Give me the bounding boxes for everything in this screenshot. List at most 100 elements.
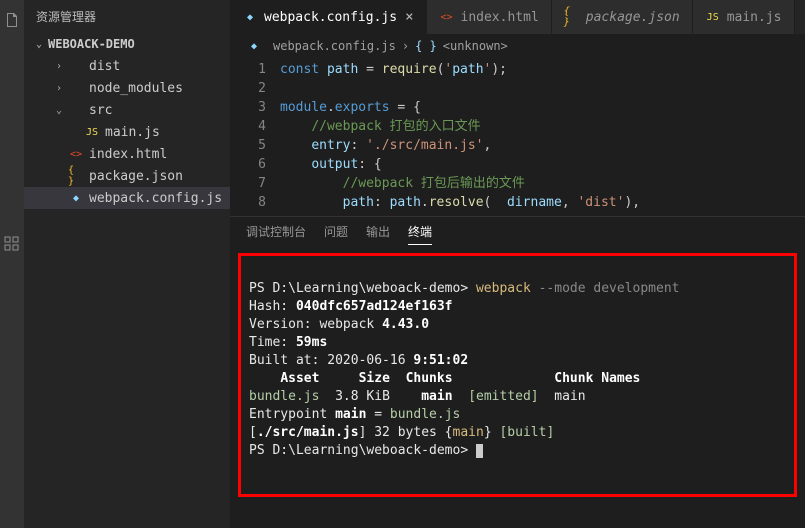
code-content[interactable]: const path = require('path');module.expo… [280,60,805,212]
tab-label: index.html [461,10,539,25]
terminal-src-size: 32 bytes [374,425,437,440]
breadcrumb[interactable]: ◆ webpack.config.js › { } <unknown> [230,34,805,58]
sidebar-title: 资源管理器 [24,0,230,33]
line-number: 1 [230,60,266,79]
tree-label: package.json [89,169,183,184]
chevron-down-icon: ⌄ [56,105,68,116]
terminal-command: webpack [476,281,531,296]
bottom-panel: 调试控制台问题输出终端 PS D:\Learning\weboack-demo>… [230,216,805,503]
code-line [280,79,805,98]
files-icon[interactable] [4,12,20,28]
json-icon: { } [564,9,580,25]
code-line: //webpack 打包后输出的文件 [280,174,805,193]
terminal-entrypoint-bundle: bundle.js [390,407,460,422]
tab-label: webpack.config.js [264,10,397,25]
panel-tabs: 调试控制台问题输出终端 [230,217,805,247]
terminal-entrypoint-eq: = [374,407,382,422]
webpack-icon: ◆ [68,190,84,206]
terminal-bundle-emitted: [emitted] [468,389,538,404]
tab-index-html[interactable]: <> index.html [427,0,552,34]
sidebar: 资源管理器 ⌄ WEBOACK-DEMO ›dist › node_modules ⌄… [24,0,230,528]
terminal-entrypoint-label: Entrypoint [249,407,327,422]
tree-label: webpack.config.js [89,191,222,206]
terminal-bundle-chunk: main [421,389,452,404]
chevron-right-icon: › [56,83,68,94]
code-editor[interactable]: 12345678 const path = require('path');mo… [230,58,805,214]
terminal-hdr-chunknames: Chunk Names [554,371,640,386]
webpack-icon: ◆ [246,38,262,54]
folder-dist[interactable]: ›dist [24,55,230,77]
terminal-cursor [476,444,483,458]
main-area: ◆webpack.config.js×<>index.html{ }packag… [230,0,805,528]
panel-tab-1[interactable]: 问题 [324,223,348,245]
panel-tab-0[interactable]: 调试控制台 [246,223,306,245]
terminal-hdr-size: Size [359,371,390,386]
tree-label: main.js [105,125,160,140]
line-number: 6 [230,155,266,174]
tree-label: index.html [89,147,167,162]
terminal-src-file: ./src/main.js [257,425,359,440]
code-line: //webpack 打包的入口文件 [280,117,805,136]
tree-label: dist [89,59,120,74]
line-numbers: 12345678 [230,60,280,212]
code-line: path: path.resolve( dirname, 'dist'), [280,193,805,212]
terminal-bundle-chunkname: main [554,389,585,404]
tab-package-json[interactable]: { } package.json [552,0,693,34]
line-number: 5 [230,136,266,155]
terminal-time-label: Time: [249,335,288,350]
tab-label: package.json [586,10,680,25]
tab-main-js[interactable]: JS main.js [693,0,795,34]
html-icon: <> [68,146,84,162]
terminal-hdr-asset: Asset [280,371,319,386]
line-number: 3 [230,98,266,117]
code-line: module.exports = { [280,98,805,117]
folder-node_modules[interactable]: › node_modules [24,77,230,99]
folder-icon [68,58,84,74]
terminal-bundle-size: 3.8 KiB [335,389,390,404]
terminal-bundle: bundle.js [249,389,319,404]
file-index-html[interactable]: <> index.html [24,143,230,165]
bracket-icon: { } [415,39,437,53]
code-line: output: { [280,155,805,174]
terminal-version: 4.43.0 [382,317,429,332]
terminal-prompt-2: PS D:\Learning\weboack-demo> [249,443,468,458]
breadcrumb-symbol: <unknown> [443,39,508,53]
terminal-built-time: 9:51:02 [413,353,468,368]
tree-label: node_modules [89,81,183,96]
terminal-version-label: Version: webpack [249,317,374,332]
terminal-src-chunk: main [453,425,484,440]
activity-bar [0,0,24,528]
code-line: entry: './src/main.js', [280,136,805,155]
terminal-hash-label: Hash: [249,299,288,314]
tree-label: src [89,103,112,118]
terminal-built-label: Built at: 2020-06-16 [249,353,406,368]
file-tree: ›dist › node_modules ⌄ src JS main.js <> index.h… [24,55,230,528]
terminal[interactable]: PS D:\Learning\weboack-demo> webpack --m… [238,253,797,497]
close-icon[interactable]: × [405,9,413,25]
folder-root-label: WEBOACK-DEMO [48,37,135,51]
webpack-icon: ◆ [242,9,258,25]
json-icon: { } [68,168,84,184]
folder-src[interactable]: ⌄ src [24,99,230,121]
html-icon: <> [439,9,455,25]
folder-root[interactable]: ⌄ WEBOACK-DEMO [24,33,230,55]
js-icon: JS [705,9,721,25]
line-number: 4 [230,117,266,136]
breadcrumb-file: webpack.config.js [273,39,396,53]
file-main-js[interactable]: JS main.js [24,121,230,143]
line-number: 7 [230,174,266,193]
terminal-args: --mode development [539,281,680,296]
panel-tab-3[interactable]: 终端 [408,223,432,245]
extensions-icon[interactable] [4,236,20,252]
editor-tabs: ◆ webpack.config.js × <> index.html { } packag… [230,0,805,34]
line-number: 2 [230,79,266,98]
file-package-json[interactable]: { } package.json [24,165,230,187]
js-icon: JS [84,124,100,140]
terminal-entrypoint-main: main [335,407,366,422]
tab-webpack-config-js[interactable]: ◆ webpack.config.js × [230,0,427,34]
chevron-right-icon: › [402,39,409,53]
file-webpack-config-js[interactable]: ◆ webpack.config.js [24,187,230,209]
panel-tab-2[interactable]: 输出 [366,223,390,245]
terminal-src-built: [built] [499,425,554,440]
tab-label: main.js [727,10,782,25]
